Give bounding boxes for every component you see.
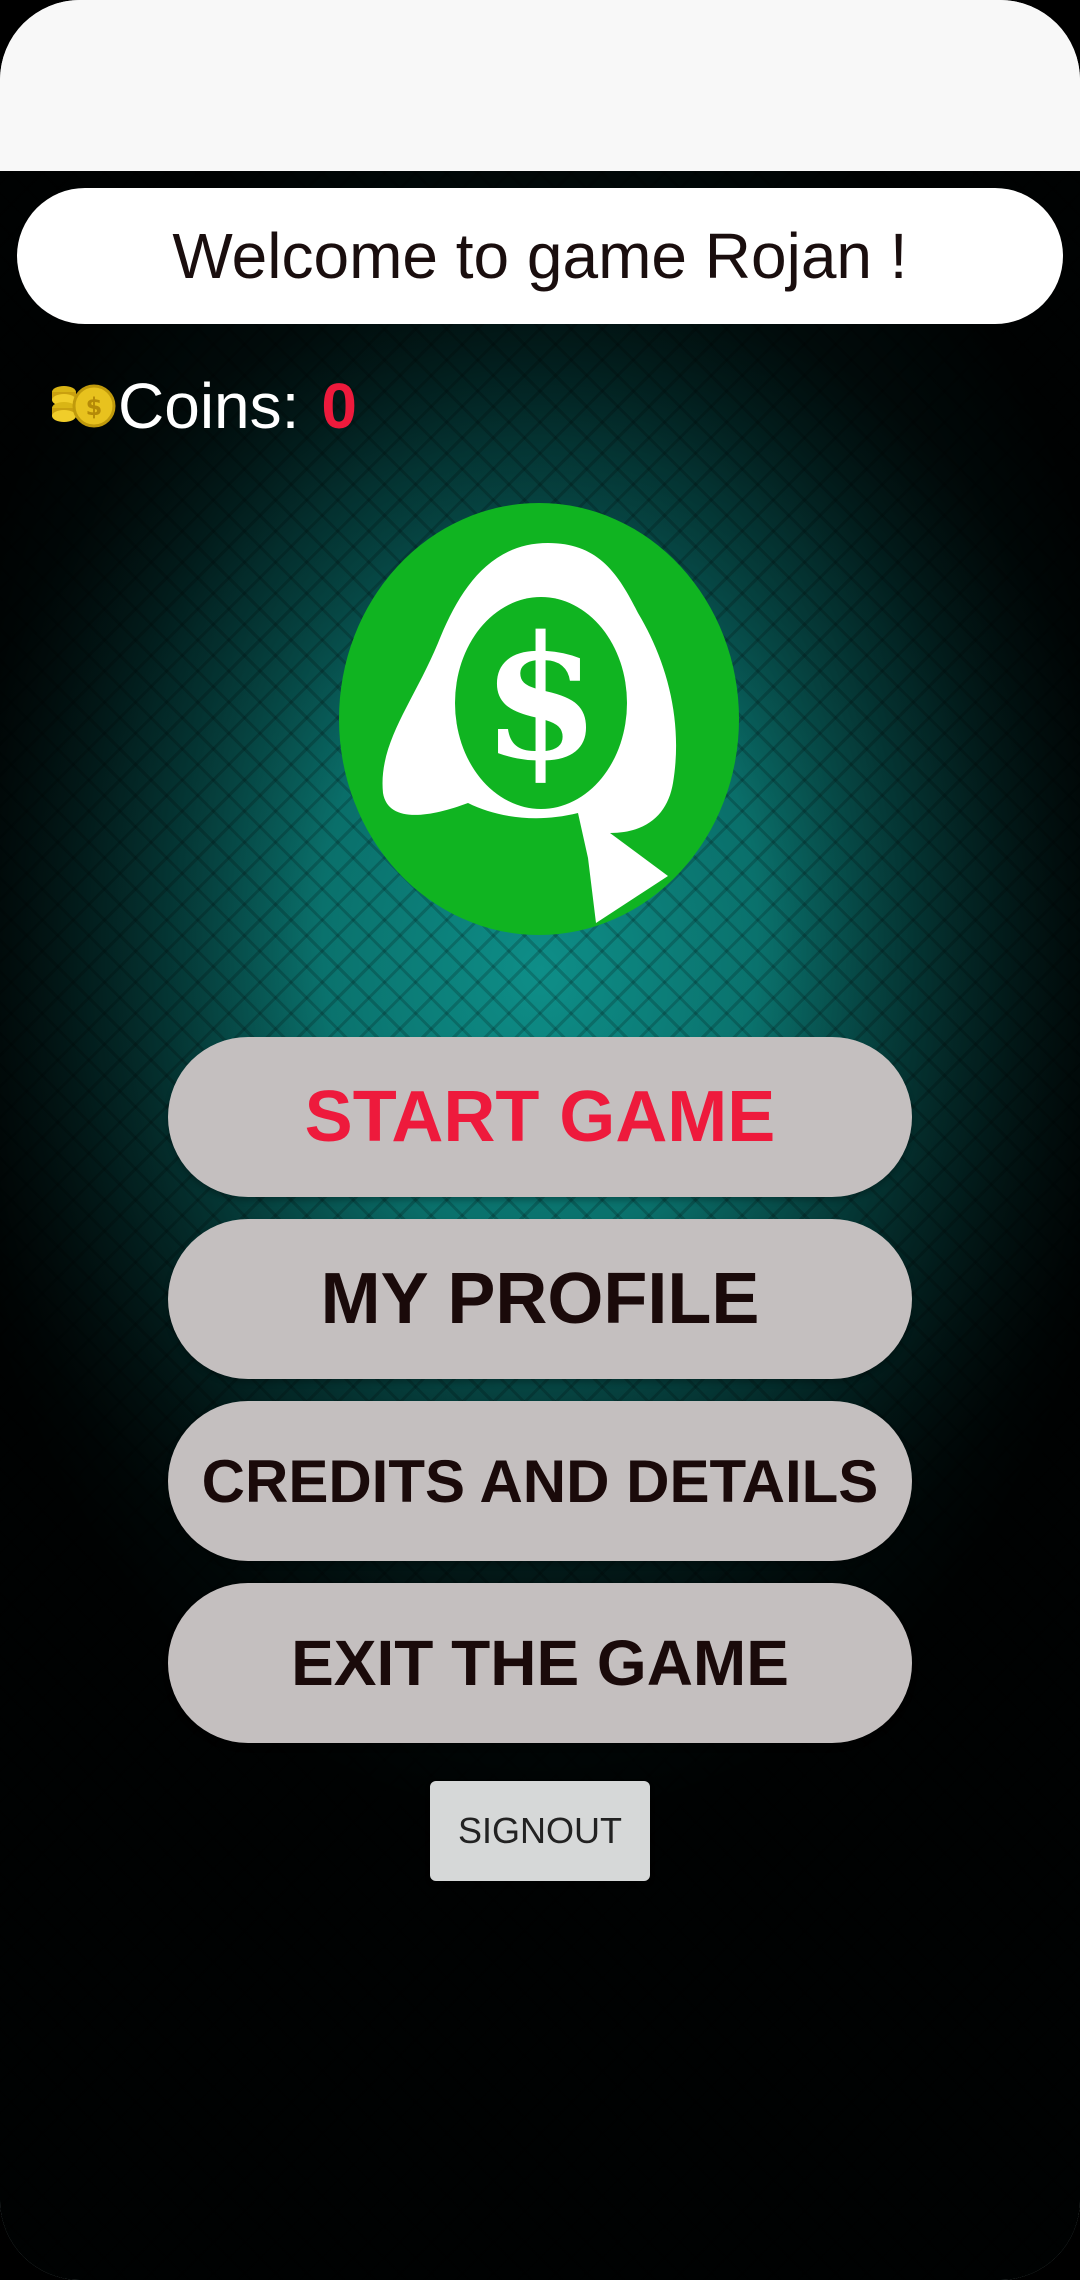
signout-label: SIGNOUT [457, 1810, 622, 1851]
coins-display: $ Coins: 0 [50, 366, 357, 446]
start-game-button[interactable]: START GAME [168, 1037, 912, 1197]
credits-label: CREDITS AND DETAILS [201, 1447, 879, 1515]
status-bar-area [0, 0, 1080, 171]
exit-game-label: EXIT THE GAME [291, 1627, 789, 1699]
coins-value: 0 [321, 370, 357, 442]
app-screen: Welcome to game Rojan ! $ Coins: 0 $ STA… [0, 0, 1080, 2280]
credits-button[interactable]: CREDITS AND DETAILS [168, 1401, 912, 1561]
my-profile-label: MY PROFILE [320, 1259, 760, 1339]
welcome-banner: Welcome to game Rojan ! [17, 188, 1063, 324]
coins-label: Coins: [118, 370, 300, 442]
spade-dollar-logo-icon: $ [339, 503, 739, 935]
signout-button[interactable]: SIGNOUT [430, 1781, 650, 1881]
welcome-text: Welcome to game Rojan ! [172, 220, 908, 292]
gold-coins-icon: $ [52, 384, 116, 428]
svg-text:$: $ [482, 599, 600, 799]
start-game-label: START GAME [304, 1077, 776, 1157]
exit-game-button[interactable]: EXIT THE GAME [168, 1583, 912, 1743]
svg-text:$: $ [86, 393, 103, 421]
my-profile-button[interactable]: MY PROFILE [168, 1219, 912, 1379]
